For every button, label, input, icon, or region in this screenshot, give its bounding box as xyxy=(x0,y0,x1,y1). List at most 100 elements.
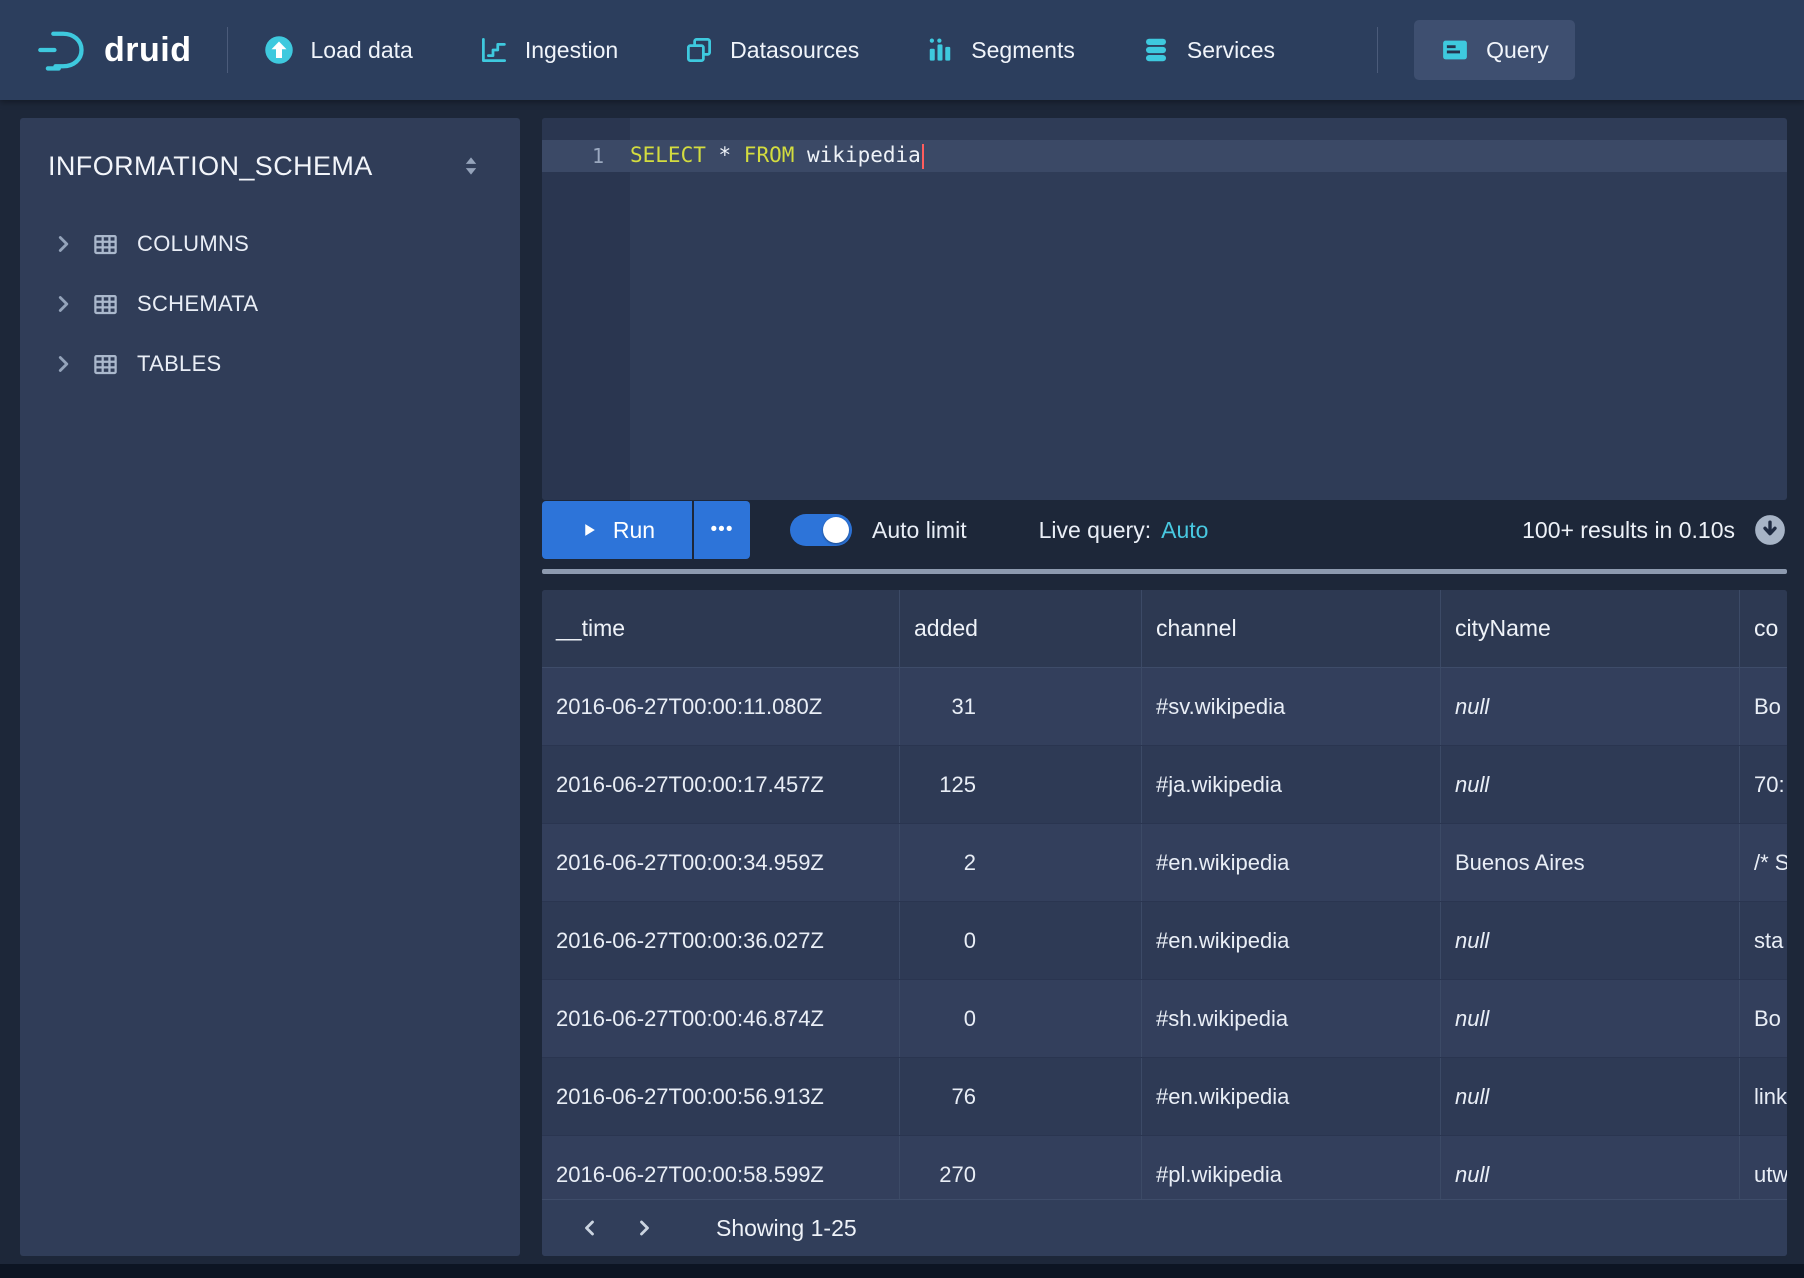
prev-page-button[interactable] xyxy=(570,1208,610,1248)
chevron-right-icon xyxy=(50,351,76,377)
nav-item-segments[interactable]: Segments xyxy=(925,35,1075,65)
cell-channel[interactable]: #en.wikipedia xyxy=(1141,824,1440,901)
schema-selector[interactable]: INFORMATION_SCHEMA xyxy=(20,118,520,214)
nav-item-query[interactable]: Query xyxy=(1414,20,1575,80)
query-main: 1 SELECT * FROM wikipedia Run ••• xyxy=(542,118,1787,1256)
column-header-time[interactable]: __time xyxy=(542,590,899,667)
nav-item-services[interactable]: Services xyxy=(1141,35,1275,65)
cell-cityname[interactable]: null xyxy=(1440,746,1739,823)
cell-comment[interactable]: 70: xyxy=(1739,746,1787,823)
column-header-comment[interactable]: co xyxy=(1739,590,1787,667)
sidebar-item-tables[interactable]: TABLES xyxy=(20,334,520,394)
cell-added[interactable]: 0 xyxy=(899,902,1141,979)
showing-range: Showing 1-25 xyxy=(716,1215,857,1242)
services-icon xyxy=(1141,35,1171,65)
brand-name: druid xyxy=(104,31,191,70)
table-row: 2016-06-27T00:00:56.913Z 76 #en.wikipedi… xyxy=(542,1058,1787,1136)
results-summary: 100+ results in 0.10s xyxy=(1522,517,1735,544)
table-row: 2016-06-27T00:00:11.080Z 31 #sv.wikipedi… xyxy=(542,668,1787,746)
nav-item-label: Query xyxy=(1486,37,1549,64)
table-body: 2016-06-27T00:00:11.080Z 31 #sv.wikipedi… xyxy=(542,668,1787,1214)
chevron-right-icon xyxy=(50,291,76,317)
top-navbar: druid Load data Ingestion xyxy=(0,0,1804,100)
nav-item-ingestion[interactable]: Ingestion xyxy=(479,35,618,65)
cell-comment[interactable]: Bo xyxy=(1739,668,1787,745)
cell-channel[interactable]: #sh.wikipedia xyxy=(1141,980,1440,1057)
sidebar-item-columns[interactable]: COLUMNS xyxy=(20,214,520,274)
table-row: 2016-06-27T00:00:46.874Z 0 #sh.wikipedia… xyxy=(542,980,1787,1058)
table-header-row: __time added channel cityName co xyxy=(542,590,1787,668)
nav-item-label: Ingestion xyxy=(525,37,618,64)
cell-cityname[interactable]: null xyxy=(1440,980,1739,1057)
cell-channel[interactable]: #en.wikipedia xyxy=(1141,902,1440,979)
cell-channel[interactable]: #sv.wikipedia xyxy=(1141,668,1440,745)
druid-console: druid Load data Ingestion xyxy=(0,0,1804,1278)
content-area: INFORMATION_SCHEMA COLUMNS xyxy=(0,100,1804,1278)
nav-item-datasources[interactable]: Datasources xyxy=(684,35,859,65)
next-page-button[interactable] xyxy=(624,1208,664,1248)
horizontal-scrollbar[interactable] xyxy=(542,569,1787,574)
cell-comment[interactable]: Bo xyxy=(1739,980,1787,1057)
schema-name: INFORMATION_SCHEMA xyxy=(48,151,373,182)
cell-time[interactable]: 2016-06-27T00:00:56.913Z xyxy=(542,1058,899,1135)
sidebar-item-label: TABLES xyxy=(137,351,222,377)
sql-text[interactable]: SELECT * FROM wikipedia xyxy=(630,143,924,169)
upload-circle-icon xyxy=(264,35,294,65)
editor-gutter xyxy=(542,118,630,500)
nav-item-label: Segments xyxy=(971,37,1075,64)
nav-item-label: Datasources xyxy=(730,37,859,64)
sql-editor[interactable]: 1 SELECT * FROM wikipedia xyxy=(542,118,1787,500)
play-icon xyxy=(579,520,599,540)
live-query-value[interactable]: Auto xyxy=(1161,517,1208,544)
cell-cityname[interactable]: null xyxy=(1440,1058,1739,1135)
sidebar-item-schemata[interactable]: SCHEMATA xyxy=(20,274,520,334)
sidebar-item-label: SCHEMATA xyxy=(137,291,258,317)
cell-cityname[interactable]: null xyxy=(1440,668,1739,745)
cell-time[interactable]: 2016-06-27T00:00:46.874Z xyxy=(542,980,899,1057)
cell-cityname[interactable]: Buenos Aires xyxy=(1440,824,1739,901)
cell-time[interactable]: 2016-06-27T00:00:36.027Z xyxy=(542,902,899,979)
cell-time[interactable]: 2016-06-27T00:00:11.080Z xyxy=(542,668,899,745)
cell-comment[interactable]: /* S xyxy=(1739,824,1787,901)
run-button[interactable]: Run xyxy=(542,501,692,559)
cell-added[interactable]: 0 xyxy=(899,980,1141,1057)
druid-logo-icon xyxy=(36,24,88,76)
cell-channel[interactable]: #en.wikipedia xyxy=(1141,1058,1440,1135)
druid-logo[interactable]: druid xyxy=(36,24,191,76)
ingestion-icon xyxy=(479,35,509,65)
cell-channel[interactable]: #ja.wikipedia xyxy=(1141,746,1440,823)
cell-comment[interactable]: sta xyxy=(1739,902,1787,979)
cell-added[interactable]: 2 xyxy=(899,824,1141,901)
cell-time[interactable]: 2016-06-27T00:00:17.457Z xyxy=(542,746,899,823)
column-header-channel[interactable]: channel xyxy=(1141,590,1440,667)
nav-item-load-data[interactable]: Load data xyxy=(264,35,412,65)
cell-added[interactable]: 31 xyxy=(899,668,1141,745)
auto-limit-toggle[interactable] xyxy=(790,514,852,546)
live-query-label: Live query: xyxy=(1039,517,1152,544)
editor-active-line[interactable]: 1 SELECT * FROM wikipedia xyxy=(542,140,1787,172)
column-header-cityname[interactable]: cityName xyxy=(1440,590,1739,667)
table-row: 2016-06-27T00:00:34.959Z 2 #en.wikipedia… xyxy=(542,824,1787,902)
navbar-divider xyxy=(1377,27,1378,73)
cell-added[interactable]: 76 xyxy=(899,1058,1141,1135)
table-grid-icon xyxy=(92,231,119,258)
results-table: __time added channel cityName co 2016-06… xyxy=(542,590,1787,1256)
cell-cityname[interactable]: null xyxy=(1440,902,1739,979)
cell-added[interactable]: 125 xyxy=(899,746,1141,823)
table-footer: Showing 1-25 xyxy=(542,1199,1787,1256)
more-options-button[interactable]: ••• xyxy=(694,501,750,559)
schema-sidebar: INFORMATION_SCHEMA COLUMNS xyxy=(20,118,520,1256)
more-icon: ••• xyxy=(711,519,734,541)
query-console-icon xyxy=(1440,35,1470,65)
line-number: 1 xyxy=(542,144,630,168)
datasources-icon xyxy=(684,35,714,65)
double-caret-vertical-icon[interactable] xyxy=(458,153,484,179)
table-grid-icon xyxy=(92,351,119,378)
table-grid-icon xyxy=(92,291,119,318)
window-bottom-edge xyxy=(0,1264,1804,1278)
nav-item-label: Services xyxy=(1187,37,1275,64)
cell-comment[interactable]: link xyxy=(1739,1058,1787,1135)
download-icon[interactable] xyxy=(1753,513,1787,547)
cell-time[interactable]: 2016-06-27T00:00:34.959Z xyxy=(542,824,899,901)
column-header-added[interactable]: added xyxy=(899,590,1141,667)
